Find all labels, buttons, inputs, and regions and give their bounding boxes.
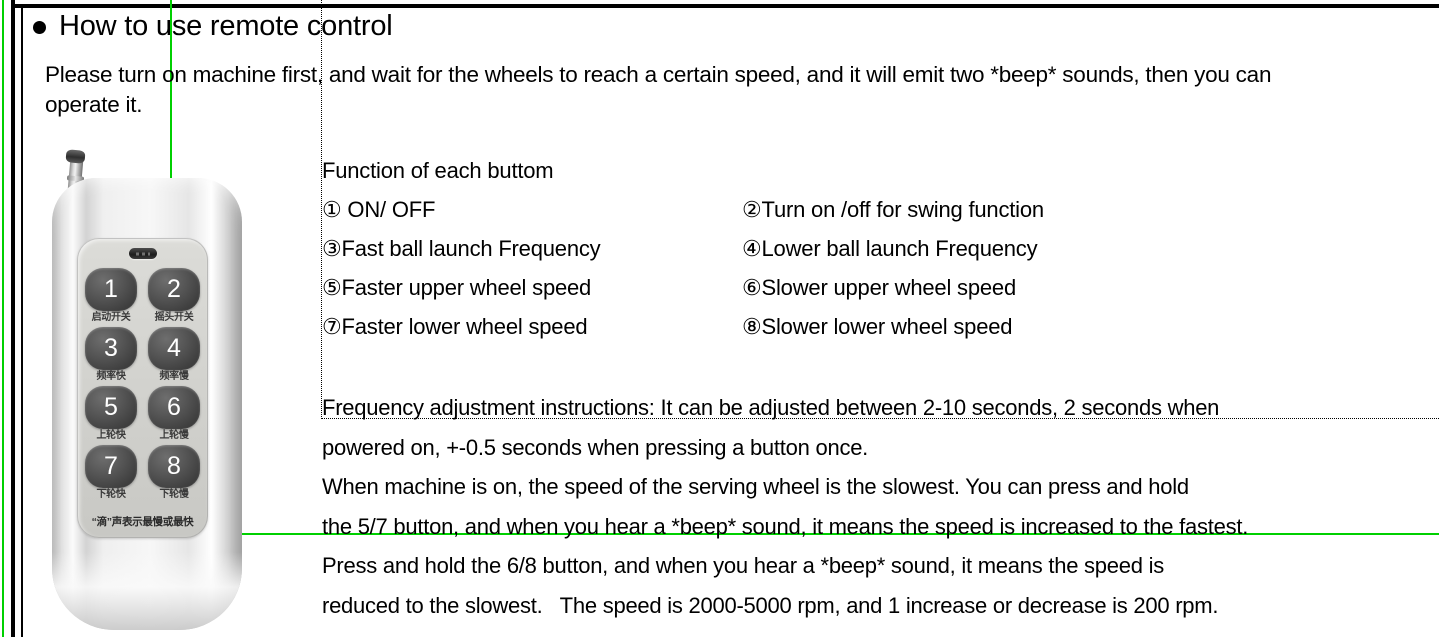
remote-label-row: 上轮快 上轮慢 xyxy=(85,430,200,442)
function-item-3: ③Fast ball launch Frequency xyxy=(322,236,601,261)
instruction-line: When machine is on, the speed of the ser… xyxy=(322,474,1189,499)
remote-button-grid: 1 2 启动开关 摇头开关 3 4 频率快 频率慢 5 6 上轮快 上轮慢 7 … xyxy=(85,268,200,504)
remote-button-row: 1 2 xyxy=(85,268,200,311)
function-list: Function of each buttom ① ON/ OFF ②Turn … xyxy=(322,151,1422,346)
function-item-1: ① ON/ OFF xyxy=(322,197,436,222)
function-item-5: ⑤Faster upper wheel speed xyxy=(322,275,592,300)
remote-button-5-label: 上轮快 xyxy=(96,430,126,441)
page-border-inner-left xyxy=(21,8,23,637)
function-item-4: ④Lower ball launch Frequency xyxy=(742,236,1038,261)
led-dots-icon xyxy=(135,252,150,255)
document-page: How to use remote control Please turn on… xyxy=(0,0,1439,637)
remote-button-4-label: 频率慢 xyxy=(159,371,189,382)
instruction-line: Frequency adjustment instructions: It ca… xyxy=(322,395,1220,420)
function-list-title: Function of each buttom xyxy=(322,158,554,183)
function-row: ③Fast ball launch Frequency ④Lower ball … xyxy=(322,229,1422,268)
remote-label-row: 频率快 频率慢 xyxy=(85,371,200,383)
function-row: ① ON/ OFF ②Turn on /off for swing functi… xyxy=(322,190,1422,229)
remote-button-row: 3 4 xyxy=(85,327,200,370)
instruction-line: reduced to the slowest. The speed is 200… xyxy=(322,592,1219,618)
remote-button-2[interactable]: 2 xyxy=(148,268,200,311)
remote-button-6[interactable]: 6 xyxy=(148,386,200,429)
function-item-2: ②Turn on /off for swing function xyxy=(742,197,1044,222)
instructions-block: Frequency adjustment instructions: It ca… xyxy=(322,388,1432,625)
remote-button-5[interactable]: 5 xyxy=(85,386,137,429)
remote-button-3-label: 频率快 xyxy=(96,371,126,382)
remote-button-8-label: 下轮慢 xyxy=(159,489,189,500)
remote-panel-footer-text: “滴”声表示最慢或最快 xyxy=(91,516,194,528)
remote-button-3[interactable]: 3 xyxy=(85,327,137,370)
guide-line-left-green xyxy=(2,0,4,637)
function-item-6: ⑥Slower upper wheel speed xyxy=(742,275,1016,300)
function-item-8: ⑧Slower lower wheel speed xyxy=(742,314,1013,339)
remote-label-row: 下轮快 下轮慢 xyxy=(85,489,200,501)
page-title-text: How to use remote control xyxy=(59,10,393,42)
instruction-line: powered on, +-0.5 seconds when pressing … xyxy=(322,434,869,460)
page-border-left xyxy=(11,0,15,637)
page-border-top xyxy=(11,4,1439,8)
antenna-cap-icon xyxy=(65,149,86,164)
led-indicator-icon xyxy=(128,248,157,259)
function-item-7: ⑦Faster lower wheel speed xyxy=(322,314,588,339)
remote-button-4[interactable]: 4 xyxy=(148,327,200,370)
function-row: ⑤Faster upper wheel speed ⑥Slower upper … xyxy=(322,268,1422,307)
remote-button-1-label: 启动开关 xyxy=(91,312,131,323)
remote-label-row: 启动开关 摇头开关 xyxy=(85,312,200,324)
remote-button-8[interactable]: 8 xyxy=(148,445,200,488)
remote-button-2-label: 摇头开关 xyxy=(154,312,194,323)
remote-button-1[interactable]: 1 xyxy=(85,268,137,311)
remote-button-row: 7 8 xyxy=(85,445,200,488)
intro-paragraph: Please turn on machine first, and wait f… xyxy=(45,62,1272,117)
remote-keypad-panel: 1 2 启动开关 摇头开关 3 4 频率快 频率慢 5 6 上轮快 上轮慢 7 … xyxy=(77,238,208,538)
remote-control-image: 1 2 启动开关 摇头开关 3 4 频率快 频率慢 5 6 上轮快 上轮慢 7 … xyxy=(47,149,257,630)
bullet-icon xyxy=(33,21,46,34)
instruction-line: Press and hold the 6/8 button, and when … xyxy=(322,553,1164,578)
function-row: ⑦Faster lower wheel speed ⑧Slower lower … xyxy=(322,307,1422,346)
remote-button-7-label: 下轮快 xyxy=(96,489,126,500)
instruction-line: the 5/7 button, and when you hear a *bee… xyxy=(322,513,1249,539)
remote-button-6-label: 上轮慢 xyxy=(159,430,189,441)
page-title: How to use remote control xyxy=(33,12,393,41)
remote-button-7[interactable]: 7 xyxy=(85,445,137,488)
remote-button-row: 5 6 xyxy=(85,386,200,429)
